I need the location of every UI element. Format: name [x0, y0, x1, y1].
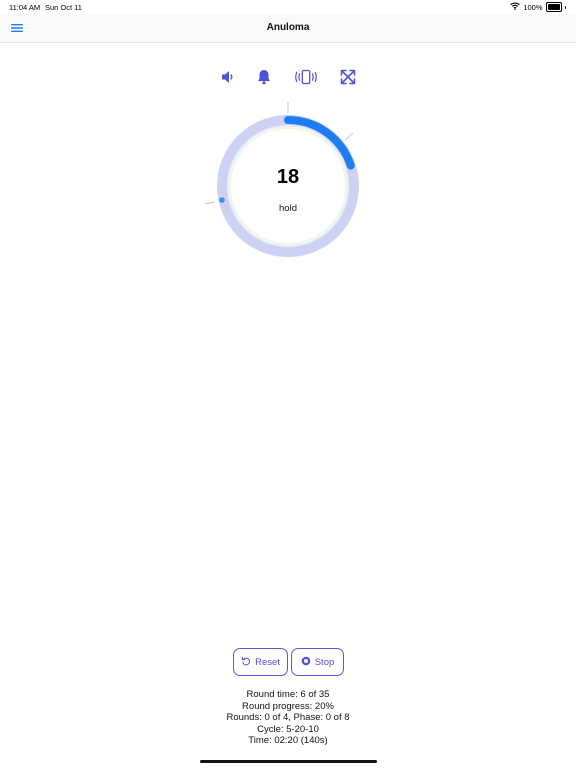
dial-position-dot — [219, 197, 225, 203]
speaker-icon[interactable] — [217, 66, 239, 88]
battery-fill — [547, 4, 560, 10]
round-time-text: Round time: 6 of 35 — [246, 689, 330, 700]
battery-icon — [545, 2, 562, 12]
phase-marker-right — [344, 132, 354, 141]
battery-cap — [564, 5, 566, 9]
battery-percent: 100% — [523, 2, 543, 12]
app-screen: 11:04 AM Sun Oct 11 100% Anuloma 18 hold… — [0, 0, 576, 768]
status-indicators: 100% — [510, 2, 566, 12]
stop-icon — [301, 656, 311, 669]
timer-phase-label: hold — [279, 203, 297, 214]
vibrate-icon[interactable] — [294, 66, 318, 88]
elapsed-time-text: Time: 02:20 (140s) — [248, 735, 328, 747]
home-indicator — [200, 760, 377, 763]
timer-count: 18 — [276, 166, 300, 188]
rounds-phase-text: Rounds: 0 of 4, Phase: 0 of 8 — [226, 712, 350, 724]
sound-settings-toolbar — [0, 66, 576, 88]
reset-button[interactable]: Reset — [233, 648, 288, 676]
reset-label: Reset — [255, 656, 280, 668]
reset-icon — [241, 656, 251, 669]
stop-button[interactable]: Stop — [291, 648, 344, 676]
cycle-text: Cycle: 5-20-10 — [257, 723, 319, 735]
status-time: 11:04 AM — [9, 3, 41, 12]
session-stats: Round time: 6 of 35 Round progress: 20% … — [0, 689, 576, 747]
page-title: Anuloma — [266, 22, 310, 33]
bell-icon[interactable] — [253, 66, 275, 88]
fullscreen-icon[interactable] — [337, 66, 359, 88]
stop-label: Stop — [314, 656, 335, 668]
status-date: Sun Oct 11 — [45, 3, 82, 12]
navigation-bar: Anuloma — [0, 14, 576, 43]
status-bar: 11:04 AM Sun Oct 11 100% — [0, 0, 576, 14]
wifi-icon — [510, 2, 521, 12]
round-progress-text: Round progress: 20% — [242, 700, 334, 712]
